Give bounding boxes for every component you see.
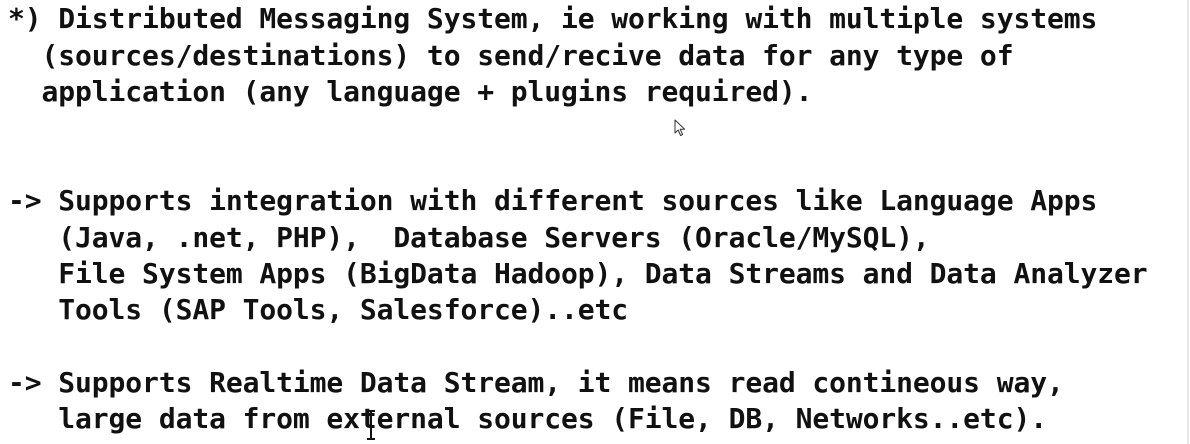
- line-3: application (any language + plugins requ…: [8, 75, 813, 108]
- line-5: (Java, .net, PHP), Database Servers (Ora…: [8, 221, 930, 254]
- text-editor[interactable]: *) Distributed Messaging System, ie work…: [0, 0, 1190, 444]
- line-7: Tools (SAP Tools, Salesforce)..etc: [8, 293, 629, 326]
- line-4-bullet: -> Supports integration with different s…: [8, 184, 1098, 217]
- i-beam-cursor-icon: [365, 410, 377, 440]
- line-9: large data from external sources (File, …: [8, 402, 1047, 435]
- mouse-pointer-icon: [674, 119, 686, 136]
- line-1-heading: *) Distributed Messaging System, ie work…: [8, 2, 1098, 35]
- line-2: (sources/destinations) to send/recive da…: [8, 39, 1014, 72]
- line-6: File System Apps (BigData Hadoop), Data …: [8, 257, 1148, 290]
- window-edge: [1187, 0, 1189, 444]
- line-8-bullet: -> Supports Realtime Data Stream, it mea…: [8, 366, 1064, 399]
